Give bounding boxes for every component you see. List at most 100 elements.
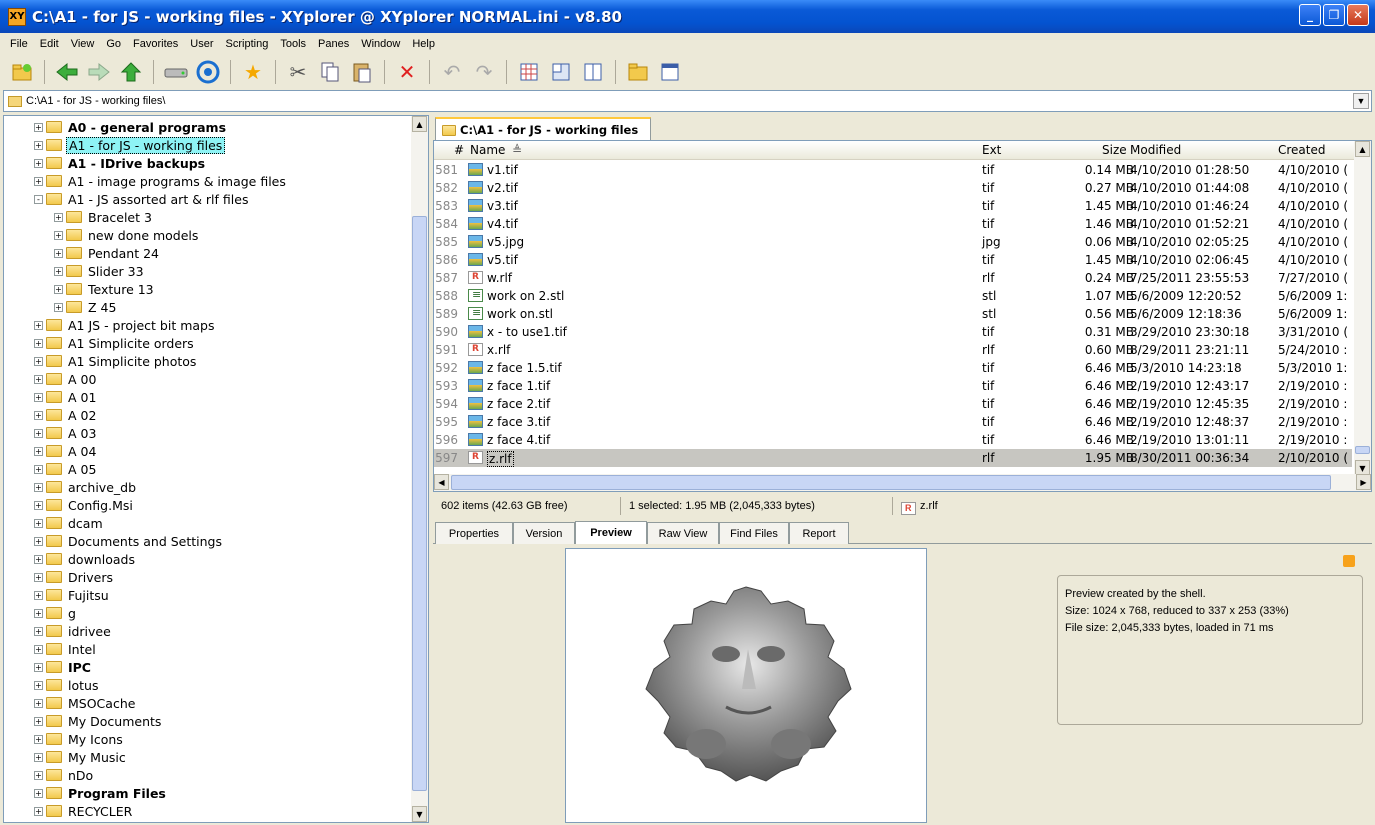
menu-go[interactable]: Go bbox=[100, 38, 127, 50]
pane-layout-icon[interactable] bbox=[547, 58, 575, 86]
back-icon[interactable] bbox=[53, 58, 81, 86]
tree-item[interactable]: + A1 Simplicite photos bbox=[34, 352, 198, 370]
copy-icon[interactable] bbox=[316, 58, 344, 86]
expand-icon[interactable]: + bbox=[34, 176, 43, 186]
tree-item[interactable]: + g bbox=[34, 604, 78, 622]
tree-item[interactable]: - A1 - JS assorted art & rlf files bbox=[34, 190, 250, 208]
tree-item[interactable]: + A 02 bbox=[34, 406, 98, 424]
expand-icon[interactable]: + bbox=[34, 788, 43, 798]
expand-icon[interactable]: + bbox=[34, 500, 43, 510]
tree-scroll-thumb[interactable] bbox=[412, 216, 427, 791]
tree-item[interactable]: + RECYCLER bbox=[34, 802, 134, 820]
menu-help[interactable]: Help bbox=[406, 38, 441, 50]
delete-icon[interactable]: ✕ bbox=[393, 58, 421, 86]
tree-item[interactable]: + new done models bbox=[54, 226, 200, 244]
expand-icon[interactable]: + bbox=[34, 338, 43, 348]
tree-item[interactable]: + MSOCache bbox=[34, 694, 137, 712]
tree-item[interactable]: + Drivers bbox=[34, 568, 115, 586]
menu-window[interactable]: Window bbox=[355, 38, 406, 50]
expand-icon[interactable]: + bbox=[34, 140, 43, 150]
tab-preview[interactable]: Preview bbox=[575, 521, 647, 544]
tree-item[interactable]: + A1 Simplicite orders bbox=[34, 334, 196, 352]
grid-icon[interactable] bbox=[515, 58, 543, 86]
folder-props-icon[interactable] bbox=[624, 58, 652, 86]
tab-properties[interactable]: Properties bbox=[435, 522, 513, 544]
new-folder-icon[interactable] bbox=[8, 58, 36, 86]
menu-tools[interactable]: Tools bbox=[274, 38, 312, 50]
tree-item[interactable]: + Program Files bbox=[34, 784, 168, 802]
expand-icon[interactable]: + bbox=[34, 626, 43, 636]
file-row[interactable]: 588 work on 2.stl stl 1.07 MB5/6/2009 12:20… bbox=[434, 287, 1352, 305]
collapse-icon[interactable]: - bbox=[34, 194, 43, 204]
address-bar[interactable]: C:\A1 - for JS - working files\ ▼ bbox=[3, 90, 1372, 112]
tree-item[interactable]: + A 05 bbox=[34, 460, 98, 478]
expand-icon[interactable]: + bbox=[34, 698, 43, 708]
expand-icon[interactable]: + bbox=[34, 356, 43, 366]
tree-item[interactable]: + IPC bbox=[34, 658, 93, 676]
tree-item[interactable]: + A 03 bbox=[34, 424, 98, 442]
menu-favorites[interactable]: Favorites bbox=[127, 38, 184, 50]
tree-item[interactable]: + A 01 bbox=[34, 388, 98, 406]
expand-icon[interactable]: + bbox=[34, 770, 43, 780]
list-scrollbar[interactable]: ▲ ▼ bbox=[1354, 141, 1371, 476]
file-row[interactable]: 584 v4.tif tif 1.46 MB 4/10/2010 01:52:21 4/1… bbox=[434, 215, 1352, 233]
menu-panes[interactable]: Panes bbox=[312, 38, 355, 50]
tree-item[interactable]: + downloads bbox=[34, 550, 137, 568]
tree-item[interactable]: + Documents and Settings bbox=[34, 532, 224, 550]
scroll-down-icon[interactable]: ▼ bbox=[412, 806, 427, 822]
file-row[interactable]: 595 z face 3.tif tif 6.46 MB 2/19/2010 12:48… bbox=[434, 413, 1352, 431]
tree-item[interactable]: + dcam bbox=[34, 514, 105, 532]
menu-edit[interactable]: Edit bbox=[34, 38, 65, 50]
preview-pane-icon[interactable] bbox=[656, 58, 684, 86]
tree-item[interactable]: + archive_db bbox=[34, 478, 138, 496]
file-row[interactable]: 594 z face 2.tif tif 6.46 MB 2/19/2010 12:45… bbox=[434, 395, 1352, 413]
file-row[interactable]: 581 v1.tif tif 0.14 MB 4/10/2010 01:28:50 4/1… bbox=[434, 161, 1352, 179]
tab-raw-view[interactable]: Raw View bbox=[647, 522, 719, 544]
file-row[interactable]: 592 z face 1.5.tif tif 6.46 MB 5/3/2010 14:2… bbox=[434, 359, 1352, 377]
menu-file[interactable]: File bbox=[4, 38, 34, 50]
tree-item[interactable]: + nDo bbox=[34, 766, 95, 784]
tree-item[interactable]: + My Icons bbox=[34, 730, 125, 748]
expand-icon[interactable]: + bbox=[34, 446, 43, 456]
list-hscroll-thumb[interactable] bbox=[451, 475, 1331, 490]
tree-item[interactable]: + A 00 bbox=[34, 370, 98, 388]
expand-icon[interactable]: + bbox=[34, 608, 43, 618]
tree-scrollbar[interactable]: ▲ ▼ bbox=[411, 116, 428, 822]
favorite-star-icon[interactable]: ★ bbox=[239, 58, 267, 86]
expand-icon[interactable]: + bbox=[34, 680, 43, 690]
tab-report[interactable]: Report bbox=[789, 522, 849, 544]
menu-view[interactable]: View bbox=[65, 38, 101, 50]
tree-item[interactable]: + A1 - for JS - working files bbox=[34, 136, 226, 154]
list-hscrollbar[interactable]: ◀ ▶ bbox=[434, 474, 1371, 491]
tree-item[interactable]: + A1 JS - project bit maps bbox=[34, 316, 216, 334]
tree-item[interactable]: + Config.Msi bbox=[34, 496, 135, 514]
file-row[interactable]: 589 work on.stl stl 0.56 MB5/6/2009 12:18:3… bbox=[434, 305, 1352, 323]
expand-icon[interactable]: + bbox=[34, 410, 43, 420]
expand-icon[interactable]: + bbox=[54, 284, 63, 294]
file-row[interactable]: 587 w.rlf rlf 0.24 MB7/25/2011 23:55:53 7/27… bbox=[434, 269, 1352, 287]
tree-item[interactable]: + idrivee bbox=[34, 622, 113, 640]
tree-item[interactable]: + Fujitsu bbox=[34, 586, 111, 604]
address-dropdown-button[interactable]: ▼ bbox=[1353, 93, 1369, 109]
expand-icon[interactable]: + bbox=[34, 806, 43, 816]
col-num[interactable]: # bbox=[454, 143, 464, 157]
tree-item[interactable]: + My Documents bbox=[34, 712, 163, 730]
tree-item[interactable]: + A0 - general programs bbox=[34, 118, 228, 136]
expand-icon[interactable]: + bbox=[54, 266, 63, 276]
scroll-up-icon[interactable]: ▲ bbox=[1355, 141, 1370, 157]
file-row[interactable]: 596 z face 4.tif tif 6.46 MB 2/19/2010 13:01… bbox=[434, 431, 1352, 449]
tree-item[interactable]: + Z 45 bbox=[54, 298, 118, 316]
col-name[interactable]: Name bbox=[470, 143, 505, 157]
menu-scripting[interactable]: Scripting bbox=[220, 38, 275, 50]
expand-icon[interactable]: + bbox=[34, 428, 43, 438]
pane-menu-button[interactable] bbox=[1343, 555, 1355, 567]
col-modified[interactable]: Modified bbox=[1130, 143, 1181, 157]
expand-icon[interactable]: + bbox=[34, 320, 43, 330]
expand-icon[interactable]: + bbox=[34, 734, 43, 744]
file-row[interactable]: 590 x - to use1.tif tif 0.31 MB 3/29/2010 23… bbox=[434, 323, 1352, 341]
drive-icon[interactable] bbox=[162, 58, 190, 86]
scroll-left-icon[interactable]: ◀ bbox=[434, 474, 449, 490]
scroll-right-icon[interactable]: ▶ bbox=[1356, 474, 1371, 490]
expand-icon[interactable]: + bbox=[34, 644, 43, 654]
expand-icon[interactable]: + bbox=[34, 536, 43, 546]
